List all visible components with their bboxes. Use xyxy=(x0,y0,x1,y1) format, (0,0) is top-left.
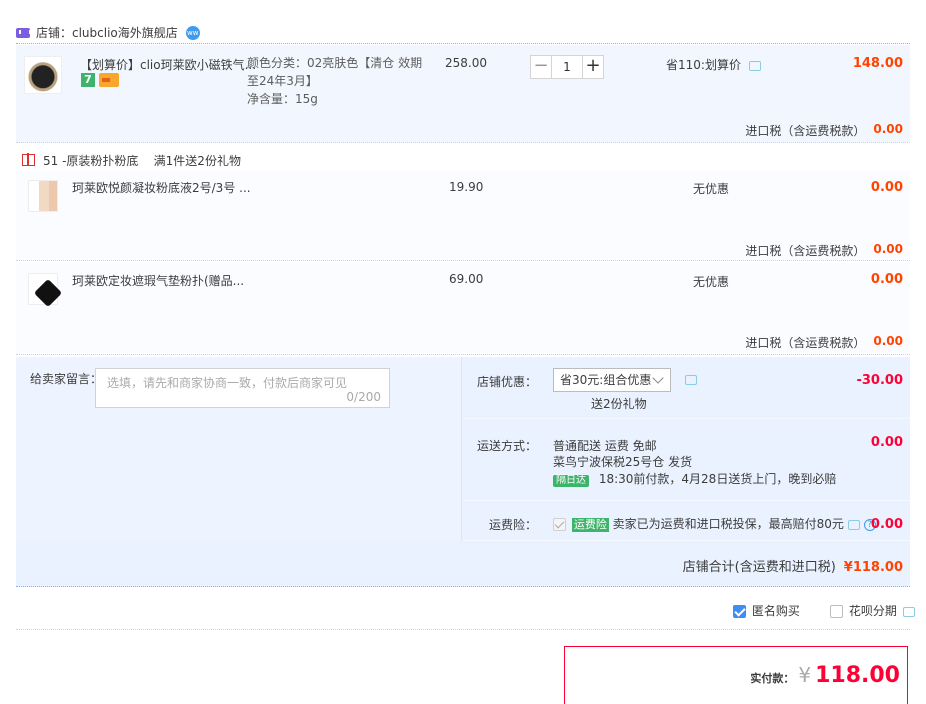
insurance-text: 卖家已为运费和进口税投保，最高赔付80元 xyxy=(612,517,844,531)
checkout-options-row: 匿名购买 花呗分期 xyxy=(16,588,915,630)
increase-button[interactable]: + xyxy=(582,55,604,79)
shipping-warehouse: 菜鸟宁波保税25号仓 发货 xyxy=(553,455,693,469)
shop-total-row: 店铺合计(含运费和进口税) ¥118.00 xyxy=(16,541,910,587)
shipping-value: 0.00 xyxy=(870,435,903,450)
gift-item-row: 珂莱欧定妆遮瑕气垫粉扑(赠品... 69.00 无优惠 0.00 进口税（含运费… xyxy=(16,263,910,355)
tax-value: 0.00 xyxy=(873,334,903,348)
item-subtotal: 148.00 xyxy=(852,56,903,71)
shop-name[interactable]: 店铺：clubclio海外旗舰店 xyxy=(36,24,178,41)
tax-label: 进口税（含运费税款） xyxy=(745,124,866,138)
gift-group-header: 51 -原装粉扑粉底 满1件送2份礼物 xyxy=(16,150,910,170)
discount-detail-icon[interactable] xyxy=(685,375,697,385)
insurance-chat-icon[interactable] xyxy=(847,519,860,530)
shop-discount-selected: 省30元:组合优惠 xyxy=(560,373,652,387)
final-label: 实付款： xyxy=(750,672,795,685)
message-placeholder: 选填，请先和商家协商一致，付款后商家可见 xyxy=(107,376,348,390)
anonymous-checkbox[interactable] xyxy=(733,605,746,618)
next-day-badge: 隔日达 xyxy=(553,475,589,487)
item-subtotal: 0.00 xyxy=(870,180,903,195)
message-textarea[interactable]: 选填，请先和商家协商一致，付款后商家可见 0/200 xyxy=(95,368,390,408)
main-item-row: 【划算价】clio珂莱欧小磁铁气... 7 颜色分类：02亮肤色【清仓 效期 至… xyxy=(16,45,910,143)
sku-info: 颜色分类：02亮肤色【清仓 效期 至24年3月】 净含量：15g xyxy=(247,54,422,108)
tax-label: 进口税（含运费税款） xyxy=(745,336,866,350)
shop-discount-row: 店铺优惠： 省30元:组合优惠 送2份礼物 -30.00 xyxy=(463,357,910,419)
shop-discount-label: 店铺优惠： xyxy=(476,375,537,389)
shop-icon xyxy=(16,27,31,38)
quantity-stepper: − 1 + xyxy=(530,55,604,79)
payment-card-icon xyxy=(99,73,119,87)
shipping-eta-text: 18:30前付款，4月28日送货上门，晚到必赔 xyxy=(598,472,837,486)
product-thumbnail[interactable] xyxy=(28,273,58,305)
tax-value: 0.00 xyxy=(873,122,903,136)
insurance-info: 运费险 卖家已为运费和进口税投保，最高赔付80元 ? xyxy=(553,515,876,532)
shop-header: 店铺：clubclio海外旗舰店 ww xyxy=(16,22,910,44)
insurance-value: 0.00 xyxy=(870,517,903,532)
promo-text: 无优惠 xyxy=(693,182,730,196)
wangwang-chat-icon[interactable]: ww xyxy=(185,25,200,40)
gift-item-row: 珂莱欧悦颜凝妆粉底液2号/3号 ... 19.90 无优惠 0.00 进口税（含… xyxy=(16,171,910,261)
decrease-button[interactable]: − xyxy=(530,55,552,79)
product-title[interactable]: 珂莱欧悦颜凝妆粉底液2号/3号 ... xyxy=(72,179,251,196)
final-amount: 实付款： ¥ 118.00 xyxy=(750,663,900,688)
import-tax: 进口税（含运费税款） 0.00 xyxy=(745,242,903,259)
gift-group-label: 51 -原装粉扑粉底 满1件送2份礼物 xyxy=(43,153,241,168)
tax-value: 0.00 xyxy=(873,242,903,256)
shipping-insurance-row: 运费险： 运费险 卖家已为运费和进口税投保，最高赔付80元 ? 0.00 xyxy=(463,501,910,541)
quantity-input[interactable]: 1 xyxy=(552,55,582,79)
unit-price: 69.00 xyxy=(449,272,484,286)
shipping-method: 普通配送 运费 免邮 xyxy=(553,439,657,453)
insurance-label: 运费险： xyxy=(488,518,537,532)
huabei-checkbox[interactable] xyxy=(830,605,843,618)
shop-discount-select[interactable]: 省30元:组合优惠 xyxy=(553,368,671,392)
message-label: 给卖家留言： xyxy=(30,372,103,386)
insurance-badge: 运费险 xyxy=(571,518,609,532)
final-payment-box: 实付款： ¥ 118.00 xyxy=(564,646,908,704)
import-tax: 进口税（含运费税款） 0.00 xyxy=(745,122,903,139)
sku-line: 颜色分类：02亮肤色【清仓 效期 xyxy=(247,56,423,70)
product-thumbnail[interactable] xyxy=(28,180,58,212)
promo-text: 无优惠 xyxy=(693,275,730,289)
unit-price: 19.90 xyxy=(449,180,484,194)
shipping-eta: 隔日达 18:30前付款，4月28日送货上门，晚到必赔 xyxy=(553,470,836,487)
seven-day-return-icon: 7 xyxy=(81,73,95,87)
anonymous-label: 匿名购买 xyxy=(751,604,800,618)
product-thumbnail[interactable] xyxy=(24,56,62,94)
promo-text: 省110:划算价 xyxy=(666,58,741,72)
product-title[interactable]: 珂莱欧定妆遮瑕气垫粉扑(赠品... xyxy=(72,272,244,289)
huabei-label: 花呗分期 xyxy=(848,604,897,618)
shop-discount-value: -30.00 xyxy=(856,373,903,388)
insurance-checkbox xyxy=(553,518,566,531)
message-char-count: 0/200 xyxy=(346,390,381,404)
shop-total: 店铺合计(含运费和进口税) ¥118.00 xyxy=(683,556,903,575)
seller-message-pane: 给卖家留言： 选填，请先和商家协商一致，付款后商家可见 0/200 xyxy=(16,357,462,541)
shop-total-label: 店铺合计(含运费和进口税) xyxy=(682,560,836,575)
promo-detail-icon[interactable] xyxy=(748,60,761,71)
currency-symbol: ¥ xyxy=(798,663,812,687)
final-amount-value: 118.00 xyxy=(815,663,900,688)
unit-price: 258.00 xyxy=(445,56,487,70)
shop-total-value: ¥118.00 xyxy=(843,560,903,575)
promo-info: 省110:划算价 xyxy=(666,56,761,73)
import-tax: 进口税（含运费税款） 0.00 xyxy=(745,334,903,351)
gift-icon xyxy=(22,153,35,166)
huabei-info-icon[interactable] xyxy=(902,606,915,617)
tax-label: 进口税（含运费税款） xyxy=(745,244,866,258)
product-title[interactable]: 【划算价】clio珂莱欧小磁铁气... xyxy=(80,56,256,73)
anonymous-option[interactable]: 匿名购买 xyxy=(733,602,800,619)
order-options-panel: 给卖家留言： 选填，请先和商家协商一致，付款后商家可见 0/200 店铺优惠： … xyxy=(16,357,910,541)
chevron-down-icon xyxy=(652,372,664,384)
huabei-option[interactable]: 花呗分期 xyxy=(830,602,915,619)
shipping-label: 运送方式： xyxy=(476,439,537,453)
sku-line: 净含量：15g xyxy=(247,92,318,106)
shipping-row: 运送方式： 普通配送 运费 免邮 菜鸟宁波保税25号仓 发货 隔日达 18:30… xyxy=(463,419,910,501)
gift-note: 送2份礼物 xyxy=(591,397,647,411)
sku-line: 至24年3月】 xyxy=(247,74,318,88)
item-subtotal: 0.00 xyxy=(870,272,903,287)
